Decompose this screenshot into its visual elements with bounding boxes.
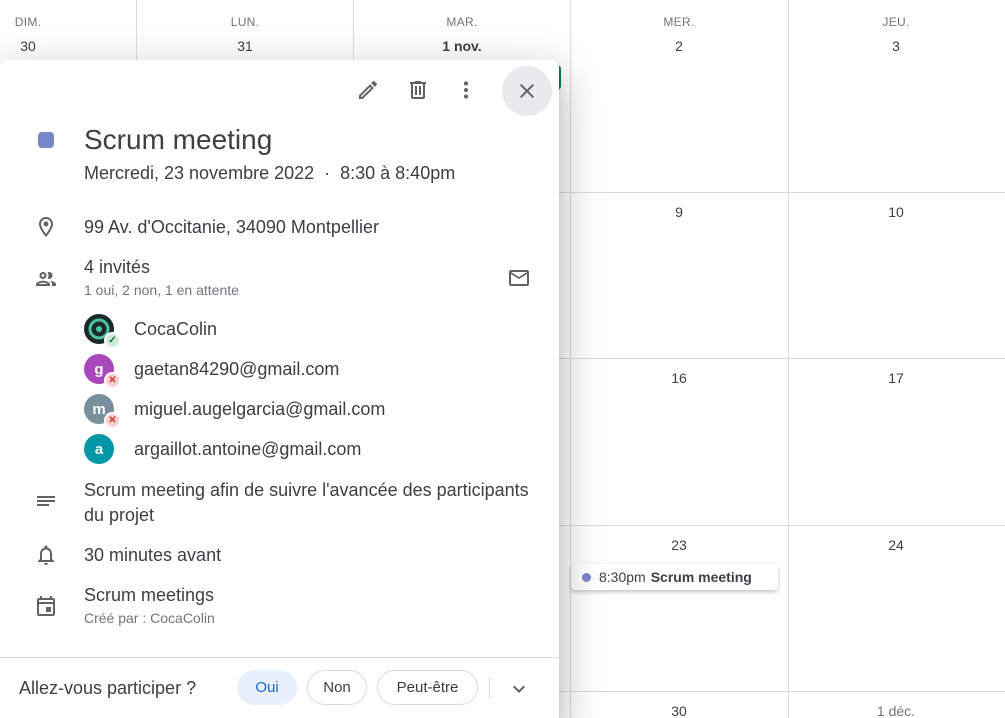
avatar-initial: m [92,400,106,418]
date-cell-number[interactable]: 30 [649,703,709,718]
declined-x-icon: ✕ [104,412,121,429]
event-color-swatch [38,132,54,148]
mail-icon [509,270,529,286]
avatar: a [84,434,114,464]
guest-name: gaetan84290@gmail.com [134,358,340,379]
guest-item[interactable]: g ✕ gaetan84290@gmail.com [84,354,340,389]
event-chip-title: Scrum meeting [650,569,752,585]
location-icon [34,215,58,239]
guest-response-summary: 1 oui, 2 non, 1 en attente [84,282,239,298]
date-cell-number[interactable]: 31 [215,38,275,54]
rsvp-no-button[interactable]: Non [307,670,367,705]
chevron-down-icon [513,685,525,693]
trash-icon [410,81,426,99]
date-cell-number[interactable]: 1 nov. [432,38,492,54]
date-cell-number[interactable]: 1 déc. [866,703,926,718]
date-cell-number[interactable]: 10 [866,204,926,220]
rsvp-yes-button[interactable]: Oui [237,670,297,705]
avatar: g ✕ [84,354,121,389]
event-color-dot [582,572,591,582]
guest-name: miguel.augelgarcia@gmail.com [134,398,386,419]
date-cell-number[interactable]: 2 [649,38,709,54]
grid-line [788,0,789,718]
guest-name: argaillot.antoine@gmail.com [134,438,362,459]
guest-item[interactable]: ✓ CocaColin [84,314,218,349]
event-reminder: 30 minutes avant [84,545,222,565]
event-title: Scrum meeting [84,124,273,155]
rsvp-question: Allez-vous participer ? [19,678,197,698]
people-icon [34,267,58,291]
date-cell-number[interactable]: 24 [866,537,926,553]
date-cell-number[interactable]: 3 [866,38,926,54]
event-details-popup: Scrum meeting Mercredi, 23 novembre 2022… [0,60,559,718]
close-icon [520,84,534,98]
avatar: ✓ [84,314,121,349]
divider [0,657,559,658]
day-header-wed: MER. [663,15,695,29]
day-header-mon: LUN. [230,15,260,29]
event-time: 8:30 à 8:40pm [340,163,456,183]
avatar-initial: a [94,440,104,458]
avatar: m ✕ [84,394,121,429]
date-cell-number[interactable]: 30 [0,38,58,54]
date-cell-number[interactable]: 17 [866,370,926,386]
day-header-sun: DIM. [14,15,42,29]
more-options-button[interactable] [446,70,486,110]
email-guests-button[interactable] [499,258,539,298]
day-header-tue: MAR. [446,15,478,29]
grid-line [570,0,571,718]
event-description: Scrum meeting afin de suivre l'avancée d… [84,480,529,525]
date-cell-number[interactable]: 23 [649,537,709,553]
guest-item[interactable]: a argaillot.antoine@gmail.com [84,434,361,464]
declined-x-icon: ✕ [104,372,121,389]
guest-name: CocaColin [134,318,218,339]
more-vert-icon [464,81,468,99]
avatar-initial: g [94,360,104,378]
day-header-thu: JEU. [882,15,910,29]
bell-icon [34,543,58,567]
delete-event-button[interactable] [398,70,438,110]
guest-item[interactable]: m ✕ miguel.augelgarcia@gmail.com [84,394,386,429]
rsvp-maybe-button[interactable]: Peut-être [377,670,478,705]
event-date: Mercredi, 23 novembre 2022 [84,163,315,183]
event-chip-time: 8:30pm [599,569,646,585]
description-icon [34,489,58,513]
pencil-icon [359,80,378,99]
accepted-check-icon: ✓ [104,332,121,349]
calendar-icon [34,594,58,618]
calendar-name: Scrum meetings [84,585,215,605]
calendar-event-chip[interactable]: 8:30pm Scrum meeting [571,564,778,590]
rsvp-more-options-button[interactable] [504,674,534,704]
event-location[interactable]: 99 Av. d'Occitanie, 34090 Montpellier [84,217,379,238]
close-popup-button[interactable] [502,66,552,116]
date-cell-number[interactable]: 16 [649,370,709,386]
event-creator: Créé par : CocaColin [84,610,215,626]
date-cell-number[interactable]: 9 [649,204,709,220]
event-date-time: Mercredi, 23 novembre 2022 · 8:30 à 8:40pm [84,163,455,184]
guest-count: 4 invités [84,257,151,277]
date-separator: · [324,163,331,183]
edit-event-button[interactable] [348,70,388,110]
divider [489,677,490,699]
